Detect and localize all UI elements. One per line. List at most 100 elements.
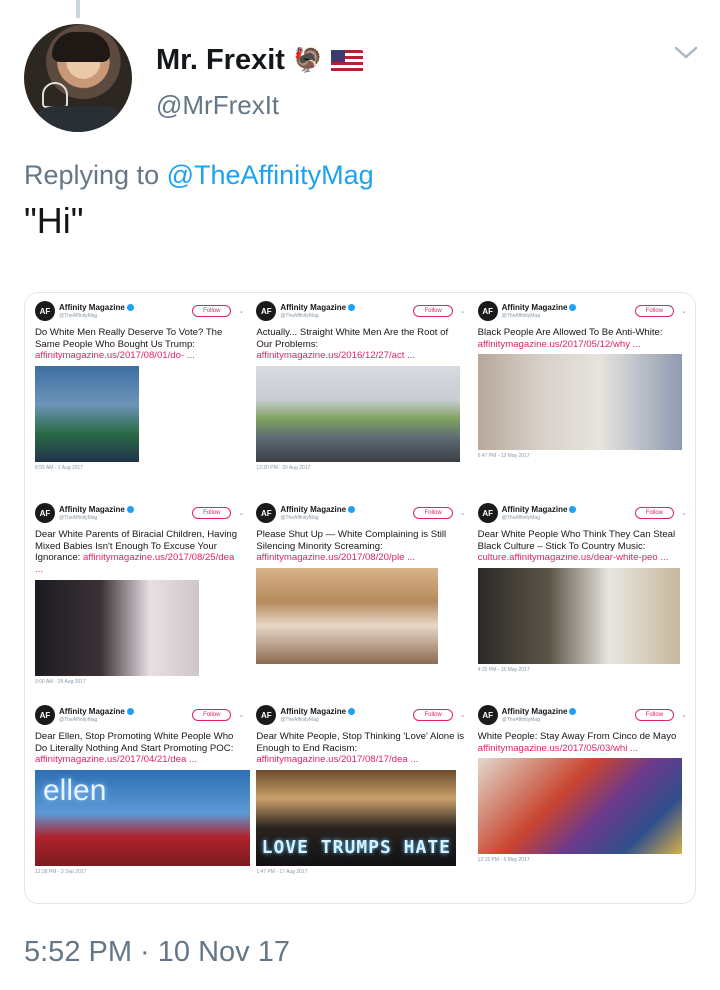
chevron-down-icon: ⌄: [681, 712, 687, 719]
card-account-name: Affinity Magazine: [502, 707, 577, 716]
card-time: 12:38 PM - 3 Sep 2017: [35, 869, 87, 876]
verified-badge-icon: [348, 303, 356, 311]
chevron-down-icon: ⌄: [459, 308, 466, 315]
follow-button: Follow: [413, 709, 453, 721]
card-photo: [477, 758, 682, 855]
card-account-name: Affinity Magazine: [502, 505, 577, 514]
verified-badge-icon: [569, 707, 577, 715]
chevron-down-icon: ⌄: [459, 510, 466, 517]
user-name-row[interactable]: Mr. Frexit 🦃: [156, 44, 363, 77]
card-link: affinitymagazine.us/2017/08/01/do- ...: [35, 350, 195, 362]
card-account-name: Affinity Magazine: [59, 707, 134, 716]
chevron-down-icon: ⌄: [238, 510, 245, 517]
affinity-logo-icon: AF: [256, 301, 277, 321]
replying-to-prefix: Replying to: [24, 160, 160, 190]
tweet-timestamp[interactable]: 5:52 PM · 10 Nov 17: [24, 936, 290, 969]
card-link: affinitymagazine.us/2017/04/21/dea ...: [35, 754, 197, 766]
card-account-handle: @TheAffinityMag: [501, 514, 540, 521]
affinity-logo-icon: AF: [477, 301, 498, 321]
tweet-media-image[interactable]: AF Affinity Magazine @TheAffinityMag Fol…: [24, 292, 696, 904]
us-flag-icon: [330, 49, 363, 72]
embedded-tweet-card: AF Affinity Magazine @TheAffinityMag Fol…: [250, 497, 471, 699]
photo-caption-text: LOVE TRUMPS HATE: [261, 837, 452, 859]
card-account-handle: @TheAffinityMag: [501, 716, 540, 723]
user-handle[interactable]: @MrFrexIt: [156, 90, 279, 121]
verified-badge-icon: [348, 505, 356, 513]
card-time: 8:55 AM - 1 Aug 2017: [35, 465, 84, 472]
card-account-handle: @TheAffinityMag: [280, 312, 319, 319]
embedded-tweet-card: AF Affinity Magazine @TheAffinityMag Fol…: [29, 295, 250, 497]
affinity-logo-icon: AF: [35, 503, 55, 523]
affinity-logo-icon: AF: [35, 705, 55, 725]
follow-button: Follow: [634, 709, 675, 721]
follow-button: Follow: [634, 507, 675, 519]
embedded-tweet-card: AF Affinity Magazine @TheAffinityMag Fol…: [29, 497, 250, 699]
card-photo: ellen: [35, 770, 251, 867]
verified-badge-icon: [126, 505, 134, 513]
card-text: Black People Are Allowed To Be Anti-Whit…: [477, 327, 663, 350]
follow-button: Follow: [634, 305, 675, 317]
affinity-logo-icon: AF: [477, 503, 498, 523]
card-time: 12:20 PM - 30 Aug 2017: [256, 465, 311, 472]
card-text: White People: Stay Away From Cinco de Ma…: [477, 731, 677, 754]
affinity-logo-icon: AF: [477, 705, 498, 725]
chevron-down-icon: ⌄: [459, 712, 466, 719]
card-text: Dear Ellen, Stop Promoting White People …: [35, 731, 234, 766]
card-account-name: Affinity Magazine: [502, 303, 577, 312]
follow-button: Follow: [192, 507, 232, 519]
card-time: 1:47 PM - 17 Aug 2017: [256, 869, 308, 876]
reply-target-link[interactable]: @TheAffinityMag: [167, 160, 374, 190]
card-account-handle: @TheAffinityMag: [59, 514, 98, 521]
embedded-tweet-card: AF Affinity Magazine @TheAffinityMag Fol…: [472, 699, 693, 901]
chevron-down-icon: ⌄: [238, 712, 245, 719]
chevron-down-icon[interactable]: [672, 42, 700, 64]
chevron-down-icon: ⌄: [681, 308, 687, 315]
card-text: Do White Men Really Deserve To Vote? The…: [35, 327, 223, 362]
card-photo: [256, 366, 461, 463]
affinity-logo-icon: AF: [256, 705, 277, 725]
card-account-name: Affinity Magazine: [59, 505, 134, 514]
follow-button: Follow: [413, 305, 453, 317]
embedded-tweet-card: AF Affinity Magazine @TheAffinityMag Fol…: [472, 295, 693, 497]
avatar-hair: [52, 32, 110, 62]
card-text: Dear White Parents of Biracial Children,…: [35, 529, 238, 576]
card-link: culture.affinitymagazine.us/dear-white-p…: [477, 552, 669, 564]
tweet-text: "Hi": [24, 200, 84, 241]
card-text: Please Shut Up — White Complaining is St…: [256, 529, 447, 564]
card-link: affinitymagazine.us/2017/05/12/why ...: [477, 338, 641, 350]
embedded-tweet-card: AF Affinity Magazine @TheAffinityMag Fol…: [250, 699, 471, 901]
verified-badge-icon: [569, 303, 577, 311]
card-account-handle: @TheAffinityMag: [501, 312, 540, 319]
card-time: 12:15 PM - 5 May 2017: [477, 857, 530, 864]
display-name[interactable]: Mr. Frexit: [156, 44, 285, 77]
verified-badge-icon: [126, 303, 134, 311]
follow-button: Follow: [192, 709, 232, 721]
card-photo: [477, 568, 680, 665]
thread-connector-line: [76, 0, 80, 18]
turkey-emoji-icon: 🦃: [292, 46, 323, 74]
card-text: Actually... Straight White Men Are the R…: [256, 327, 449, 362]
avatar-martini-glass: [42, 82, 68, 108]
embedded-tweet-card: AF Affinity Magazine @TheAffinityMag Fol…: [472, 497, 693, 699]
card-photo: LOVE TRUMPS HATE: [256, 770, 457, 867]
card-time: 6:47 PM - 12 May 2017: [477, 453, 530, 460]
card-photo: [35, 579, 199, 676]
photo-caption-text: ellen: [43, 774, 107, 808]
replying-to: Replying to @TheAffinityMag: [24, 160, 374, 191]
chevron-down-icon: ⌄: [681, 510, 687, 517]
embedded-tweets-grid: AF Affinity Magazine @TheAffinityMag Fol…: [29, 295, 693, 901]
card-photo: [256, 568, 439, 665]
card-account-handle: @TheAffinityMag: [280, 514, 319, 521]
card-link: affinitymagazine.us/2017/08/20/ple ...: [256, 552, 416, 564]
card-account-name: Affinity Magazine: [280, 505, 356, 514]
embedded-tweet-card: AF Affinity Magazine @TheAffinityMag Fol…: [250, 295, 471, 497]
verified-badge-icon: [569, 505, 577, 513]
card-photo: [477, 354, 682, 451]
card-link: affinitymagazine.us/2017/08/17/dea ...: [256, 754, 419, 766]
card-link: affinitymagazine.us/2017/05/03/whi ...: [477, 742, 639, 754]
card-photo: [35, 366, 139, 463]
card-text: Dear White People, Stop Thinking 'Love' …: [256, 731, 465, 766]
avatar[interactable]: [24, 24, 132, 132]
affinity-logo-icon: AF: [256, 503, 277, 523]
card-time: 4:25 PM - 15 May 2017: [477, 667, 530, 674]
